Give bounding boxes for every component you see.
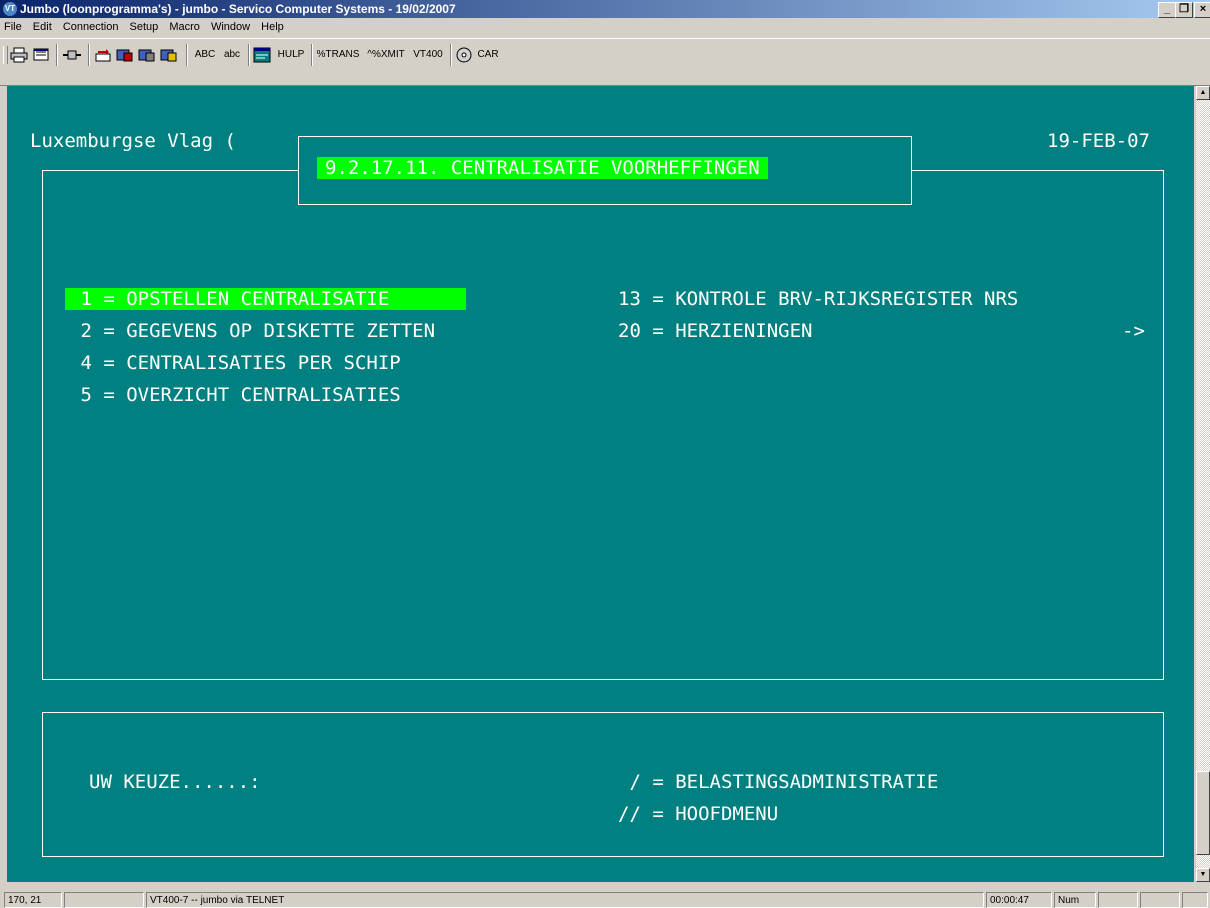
disk-icon (456, 47, 472, 63)
transfer-icon (160, 49, 177, 62)
status-empty (1140, 892, 1180, 908)
status-empty (1182, 892, 1208, 908)
menu-edit[interactable]: Edit (29, 18, 56, 33)
xmit-button[interactable]: ^%XMIT (364, 44, 408, 66)
abc-upper-button[interactable]: ABC (192, 44, 218, 66)
choice-prompt[interactable]: UW KEUZE......: (89, 771, 261, 793)
option-gegevens-op-diskette[interactable]: 2 = GEGEVENS OP DISKETTE ZETTEN (69, 320, 435, 342)
option-overzicht-centralisaties[interactable]: 5 = OVERZICHT CENTRALISATIES (69, 384, 400, 406)
minimize-button[interactable]: _ (1158, 2, 1176, 18)
toolbar-grip (3, 46, 8, 64)
status-num-lock: Num (1054, 892, 1096, 908)
restore-icon: ❐ (1179, 3, 1189, 15)
printer-icon (10, 47, 28, 63)
send-file-icon (95, 49, 111, 62)
option-centralisaties-per-schip[interactable]: 4 = CENTRALISATIES PER SCHIP (69, 352, 400, 374)
terminal-screen[interactable]: Luxemburgse Vlag ( 19-FEB-07 9.2.17.11. … (7, 86, 1194, 882)
status-bar: 170, 21 VT400-7 -- jumbo via TELNET 00:0… (0, 890, 1210, 908)
hulp-icon-button[interactable] (253, 44, 275, 66)
scroll-up-button[interactable]: ▲ (1196, 86, 1210, 100)
shortcut-hoofdmenu: // = HOOFDMENU (618, 803, 779, 825)
trans-button[interactable]: %TRANS (316, 44, 360, 66)
company-name: Luxemburgse Vlag ( (30, 130, 236, 152)
restore-button[interactable]: ❐ (1175, 2, 1193, 18)
send-file-button[interactable] (94, 44, 114, 66)
menu-window[interactable]: Window (207, 18, 254, 33)
menu-help[interactable]: Help (257, 18, 288, 33)
toolbar-separator (248, 44, 250, 66)
arrow-up-icon: ▲ (1199, 89, 1207, 96)
connect-button[interactable] (62, 44, 84, 66)
capture-button[interactable] (116, 44, 136, 66)
screen-title: 9.2.17.11. CENTRALISATIE VOORHEFFINGEN (317, 157, 768, 179)
status-empty (64, 892, 144, 908)
app-icon: VT (3, 2, 17, 16)
option-herzieningen[interactable]: 20 = HERZIENINGEN (618, 320, 812, 342)
window-title: Jumbo (loonprogramma's) - jumbo - Servic… (20, 2, 456, 16)
menu-setup[interactable]: Setup (126, 18, 163, 33)
capture-icon (116, 49, 133, 62)
more-arrow: -> (1122, 320, 1145, 342)
vertical-scrollbar[interactable]: ▲ ▼ (1196, 86, 1210, 882)
menu-connection[interactable]: Connection (59, 18, 123, 33)
menu-macro[interactable]: Macro (165, 18, 204, 33)
scroll-down-button[interactable]: ▼ (1196, 868, 1210, 882)
receive-button[interactable] (138, 44, 158, 66)
minimize-icon: _ (1163, 3, 1171, 15)
terminal-help-icon (253, 47, 271, 63)
scroll-thumb[interactable] (1196, 771, 1210, 855)
connect-icon (63, 50, 81, 60)
transfer-button[interactable] (160, 44, 180, 66)
close-icon: × (1199, 3, 1207, 15)
title-bar: VT Jumbo (loonprogramma's) - jumbo - Ser… (0, 0, 1210, 18)
shortcut-belastingsadministratie: / = BELASTINGSADMINISTRATIE (618, 771, 939, 793)
status-connection: VT400-7 -- jumbo via TELNET (146, 892, 984, 908)
screen-date: 19-FEB-07 (1047, 130, 1150, 152)
toolbar-separator (186, 44, 188, 66)
hulp-button[interactable]: HULP (276, 44, 306, 66)
toolbar-separator (311, 44, 313, 66)
status-empty (1098, 892, 1138, 908)
toolbar-separator (88, 44, 90, 66)
close-button[interactable]: × (1194, 2, 1210, 18)
option-opstellen-centralisatie[interactable]: 1 = OPSTELLEN CENTRALISATIE (65, 288, 466, 310)
status-timer: 00:00:47 (986, 892, 1052, 908)
print-setup-button[interactable] (32, 44, 52, 66)
car-button[interactable]: CAR (476, 44, 500, 66)
print-setup-icon (33, 48, 49, 61)
toolbar-separator (450, 44, 452, 66)
arrow-down-icon: ▼ (1199, 871, 1207, 878)
status-cursor-position: 170, 21 (4, 892, 62, 908)
car-icon-button[interactable] (455, 44, 475, 66)
vt400-button[interactable]: VT400 (410, 44, 446, 66)
toolbar: ABC abc HULP %TRANS ^%XMIT VT400 CAR (0, 38, 1210, 86)
abc-lower-button[interactable]: abc (220, 44, 244, 66)
main-panel (42, 170, 1164, 680)
toolbar-separator (56, 44, 58, 66)
menu-bar: File Edit Connection Setup Macro Window … (0, 18, 1210, 38)
receive-icon (138, 49, 155, 62)
option-kontrole-brv[interactable]: 13 = KONTROLE BRV-RIJKSREGISTER NRS (618, 288, 1018, 310)
print-button[interactable] (10, 44, 30, 66)
menu-file[interactable]: File (0, 18, 26, 33)
